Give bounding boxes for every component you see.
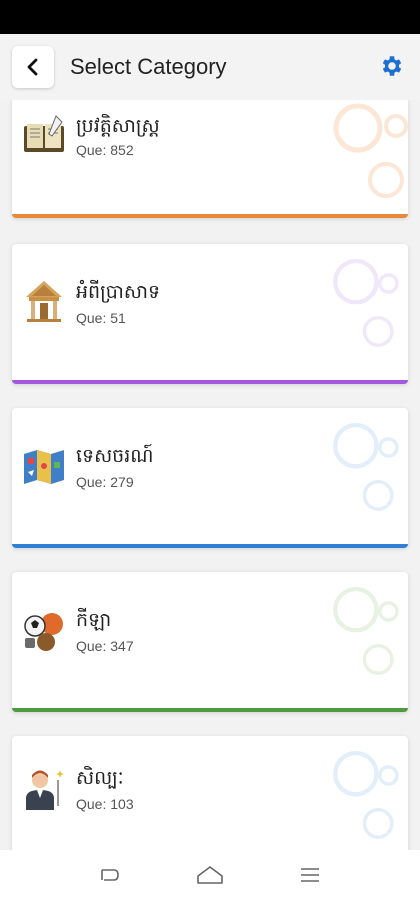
back-nav-icon xyxy=(101,869,119,881)
nav-home-button[interactable] xyxy=(190,855,230,895)
category-name: ប្រវត្តិសាស្ត្រ xyxy=(76,115,160,137)
decorative-circles xyxy=(333,751,399,839)
status-bar xyxy=(0,0,420,34)
settings-button[interactable] xyxy=(378,52,406,80)
back-button[interactable] xyxy=(12,46,54,88)
decorative-circles xyxy=(333,423,399,511)
decorative-circles xyxy=(333,587,399,675)
category-name: អំពីប្រាសាទ xyxy=(76,281,161,303)
card-accent-bar xyxy=(12,214,408,218)
app-bar: Select Category xyxy=(0,34,420,100)
category-name: សិល្បៈ xyxy=(76,767,124,789)
category-card-history[interactable]: ប្រវត្តិសាស្ត្រ Que: 852 xyxy=(12,100,408,218)
card-accent-bar xyxy=(12,380,408,384)
question-count: Que: 51 xyxy=(76,310,126,326)
category-list[interactable]: ប្រវត្តិសាស្ត្រ Que: 852 អំពីប្រាសាទ Que… xyxy=(0,100,420,850)
home-nav-icon xyxy=(197,866,223,884)
question-count: Que: 347 xyxy=(76,638,134,654)
category-card-sports[interactable]: កីឡា Que: 347 xyxy=(12,572,408,712)
card-accent-bar xyxy=(12,708,408,712)
temple-icon xyxy=(22,279,66,323)
category-name: កីឡា xyxy=(76,609,112,631)
tourism-map-icon xyxy=(22,444,66,488)
category-name: ទេសចរណ៍ xyxy=(76,445,154,467)
arrow-left-icon xyxy=(27,58,38,76)
nav-back-button[interactable] xyxy=(90,855,130,895)
menu-nav-icon xyxy=(301,868,319,882)
history-book-icon xyxy=(22,114,66,158)
question-count: Que: 279 xyxy=(76,474,134,490)
question-count: Que: 852 xyxy=(76,142,134,158)
decorative-circles xyxy=(333,259,399,347)
sports-balls-icon xyxy=(22,608,66,652)
decorative-circles xyxy=(333,103,408,198)
card-accent-bar xyxy=(12,544,408,548)
page-title: Select Category xyxy=(70,54,227,79)
category-card-tourism[interactable]: ទេសចរណ៍ Que: 279 xyxy=(12,408,408,548)
artist-icon xyxy=(22,766,66,810)
category-card-arts[interactable]: សិល្បៈ Que: 103 xyxy=(12,736,408,850)
category-card-temple[interactable]: អំពីប្រាសាទ Que: 51 xyxy=(12,244,408,384)
question-count: Que: 103 xyxy=(76,796,134,812)
gear-icon xyxy=(382,56,402,76)
nav-menu-button[interactable] xyxy=(290,855,330,895)
system-nav-bar xyxy=(0,850,420,900)
